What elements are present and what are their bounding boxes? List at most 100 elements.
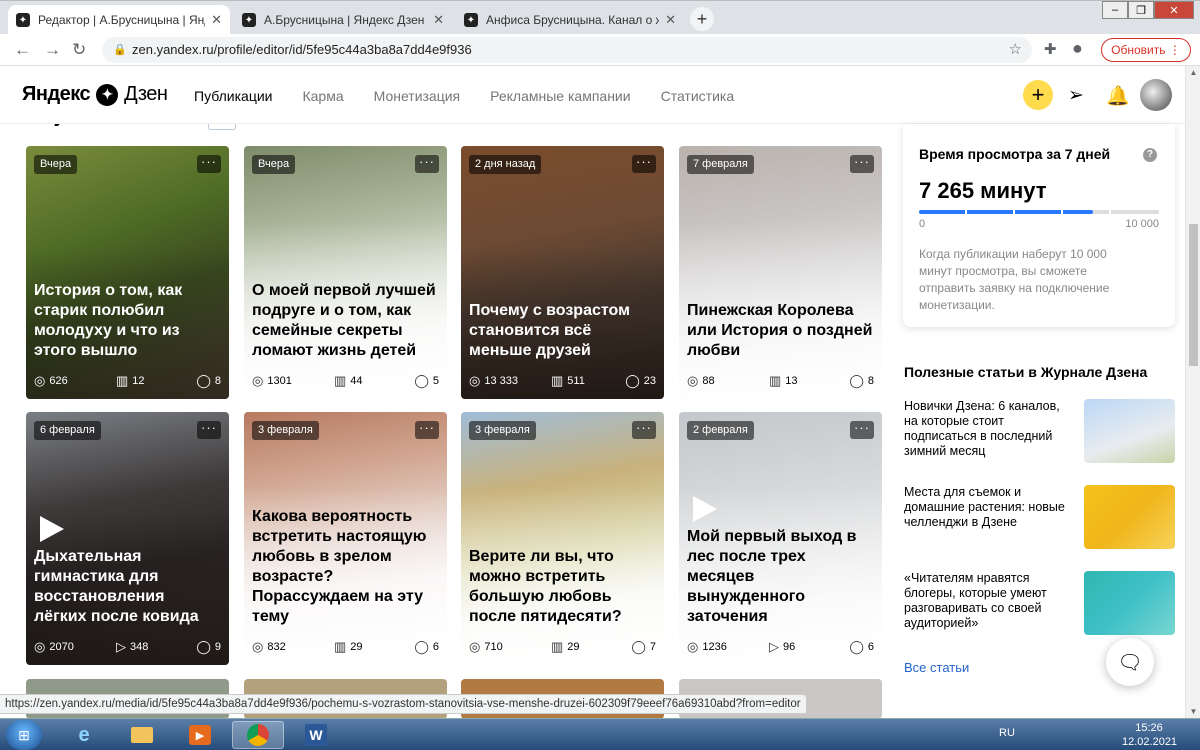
all-articles-link[interactable]: Все статьи <box>904 660 969 675</box>
reload-icon[interactable]: ↻ <box>72 40 86 60</box>
nav-ad-campaigns[interactable]: Рекламные кампании <box>490 88 630 104</box>
book-icon: ▥ <box>769 373 782 388</box>
views-count: 710 <box>484 641 503 653</box>
card-menu-button[interactable]: ··· <box>632 421 656 439</box>
publication-card[interactable]: 2 дня назад ··· Почему с возрастом стано… <box>461 146 664 399</box>
word-icon[interactable]: W <box>290 721 342 749</box>
comment-icon: ◯ <box>849 639 864 654</box>
views-stat: ◎ 1301 <box>252 373 292 389</box>
comments-count: 5 <box>432 375 439 387</box>
scroll-up-arrow-icon[interactable]: ▲ <box>1186 68 1200 77</box>
media-player-icon[interactable]: ▶ <box>174 721 226 749</box>
reads-stat: ▥ 44 <box>334 373 363 389</box>
chrome-icon[interactable] <box>232 721 284 749</box>
close-tab-icon[interactable]: ✕ <box>211 12 222 28</box>
publication-card[interactable]: 7 февраля ··· Пинежская Королева или Ист… <box>679 146 882 399</box>
maximize-button[interactable]: ❐ <box>1128 1 1154 19</box>
language-indicator[interactable]: RU <box>999 727 1015 739</box>
bell-icon[interactable]: 🔔 <box>1106 84 1130 108</box>
bookmark-star-icon[interactable]: ☆ <box>1009 37 1022 63</box>
card-menu-button[interactable]: ··· <box>415 155 439 173</box>
page-scrollbar[interactable]: ▲ ▼ <box>1185 66 1200 718</box>
close-tab-icon[interactable]: ✕ <box>665 12 676 28</box>
dzen-favicon-icon: ✦ <box>464 13 478 27</box>
comments-stat: ◯ 23 <box>625 373 656 389</box>
card-date-badge: 3 февраля <box>469 421 536 440</box>
update-browser-button[interactable]: Обновить ⋮ <box>1101 38 1191 62</box>
publication-card[interactable]: Вчера ··· О моей первой лучшей подруге и… <box>244 146 447 399</box>
help-icon[interactable]: ? <box>1143 148 1157 162</box>
browser-tab-channel[interactable]: ✦ А.Брусницына | Яндекс Дзен ✕ <box>234 5 452 35</box>
ie-icon[interactable]: e <box>58 721 110 749</box>
play-count-icon: ▷ <box>769 639 779 654</box>
scroll-down-arrow-icon[interactable]: ▼ <box>1186 707 1200 716</box>
status-url: https://zen.yandex.ru/media/id/5fe95c44a… <box>0 694 807 714</box>
extensions-puzzle-icon[interactable]: ✚ <box>1044 40 1057 58</box>
nav-publications[interactable]: Публикации <box>194 88 272 104</box>
publication-card[interactable]: 6 февраля ··· Дыхательная гимнастика для… <box>26 412 229 665</box>
nav-statistics[interactable]: Статистика <box>661 88 735 104</box>
journal-article-thumbnail <box>1084 571 1175 635</box>
views-count: 2070 <box>49 641 74 653</box>
plays-stat: ▷ 96 <box>769 639 795 655</box>
close-tab-icon[interactable]: ✕ <box>433 12 444 28</box>
avatar[interactable] <box>1140 79 1172 111</box>
comment-icon: ◯ <box>849 373 864 388</box>
system-clock[interactable]: 15:26 12.02.2021 <box>1122 721 1177 749</box>
views-count: 1236 <box>702 641 727 653</box>
video-play-icon[interactable] <box>693 496 717 522</box>
journal-article[interactable]: Места для съемок и домашние растения: но… <box>904 485 1175 549</box>
journal-article-title: Места для съемок и домашние растения: но… <box>904 485 1065 529</box>
profile-icon[interactable]: ● <box>1072 38 1083 59</box>
tab-title: А.Брусницына | Яндекс Дзен <box>264 13 425 27</box>
reads-stat: ▥ 13 <box>769 373 798 389</box>
close-window-button[interactable]: ✕ <box>1154 1 1194 19</box>
publication-card[interactable]: Вчера ··· История о том, как старик полю… <box>26 146 229 399</box>
url-field[interactable]: 🔒 zen.yandex.ru/profile/editor/id/5fe95c… <box>102 37 1032 63</box>
card-menu-button[interactable]: ··· <box>197 421 221 439</box>
publication-card[interactable]: 3 февраля ··· Какова вероятность встрети… <box>244 412 447 665</box>
logo-yandex-text: Яндекс <box>22 83 91 105</box>
new-tab-button[interactable]: + <box>690 7 714 31</box>
browser-tab-anfisa[interactable]: ✦ Анфиса Брусницына. Канал о жизни ✕ <box>456 5 684 35</box>
scrollbar-thumb[interactable] <box>1189 224 1198 366</box>
create-publication-button[interactable]: + <box>1023 80 1053 110</box>
card-menu-button[interactable]: ··· <box>197 155 221 173</box>
comments-stat: ◯ 8 <box>849 373 874 389</box>
publication-card[interactable]: 3 февраля ··· Верите ли вы, что можно вс… <box>461 412 664 665</box>
card-menu-button[interactable]: ··· <box>850 421 874 439</box>
zen-logo[interactable]: Яндекс ✦ Дзен <box>22 83 168 106</box>
nav-karma[interactable]: Карма <box>302 88 343 104</box>
publication-card[interactable]: 2 февраля ··· Мой первый выход в лес пос… <box>679 412 882 665</box>
card-menu-button[interactable]: ··· <box>415 421 439 439</box>
comments-count: 6 <box>432 641 439 653</box>
plays-stat: ▷ 348 <box>116 639 148 655</box>
card-date-badge: 2 дня назад <box>469 155 542 174</box>
nav-monetization[interactable]: Монетизация <box>374 88 461 104</box>
card-menu-button[interactable]: ··· <box>632 155 656 173</box>
journal-article[interactable]: Новички Дзена: 6 каналов, на которые сто… <box>904 399 1175 463</box>
support-chat-button[interactable]: 🗨 <box>1106 638 1154 686</box>
journal-article[interactable]: «Читателям нравятся блогеры, которые уме… <box>904 571 1175 635</box>
send-icon[interactable]: ➢ <box>1068 84 1084 107</box>
eye-icon: ◎ <box>252 373 264 388</box>
dzen-favicon-icon: ✦ <box>16 13 30 27</box>
update-label: Обновить <box>1111 43 1166 57</box>
reads-stat: ▥ 29 <box>334 639 363 655</box>
browser-tab-strip: ✦ Редактор | А.Брусницына | Яндекс ✕ ✦ А… <box>0 0 1200 35</box>
views-stat: ◎ 710 <box>469 639 503 655</box>
card-cover-image <box>461 412 664 665</box>
reads-stat: ▥ 511 <box>551 373 585 389</box>
minimize-button[interactable]: – <box>1102 1 1128 19</box>
start-button[interactable]: ⊞ <box>6 720 42 750</box>
back-arrow-icon[interactable]: ← <box>14 40 31 60</box>
video-play-icon[interactable] <box>40 516 64 542</box>
card-menu-button[interactable]: ··· <box>850 155 874 173</box>
forward-arrow-icon[interactable]: → <box>44 40 61 60</box>
reads-count: 511 <box>567 375 585 387</box>
explorer-folder-icon[interactable] <box>116 721 168 749</box>
browser-tab-editor[interactable]: ✦ Редактор | А.Брусницына | Яндекс ✕ <box>8 5 230 35</box>
views-count: 1301 <box>267 375 292 387</box>
comments-count: 8 <box>214 375 221 387</box>
card-title: Почему с возрастом становится всё меньше… <box>469 302 630 359</box>
